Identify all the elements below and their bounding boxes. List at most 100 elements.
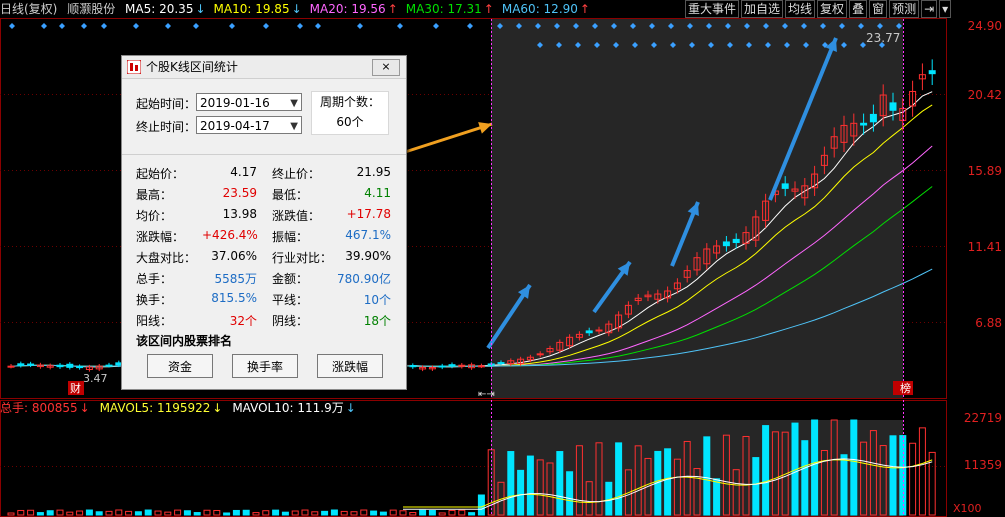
jump-end-icon[interactable]: ⇥	[921, 0, 938, 18]
candle[interactable]	[869, 113, 877, 123]
chart-header: 日线(复权) 顺灏股份 MA5: 20.35 ↓ MA10: 19.85 ↓ MA20:…	[0, 0, 680, 18]
close-button[interactable]: ⨯	[372, 59, 400, 76]
volume-bar[interactable]	[556, 451, 564, 516]
candle[interactable]	[536, 353, 544, 356]
volume-bar[interactable]	[468, 512, 476, 516]
volume-bar[interactable]	[801, 440, 809, 516]
stat-row: 涨跌幅： +426.4% 振幅： 467.1%	[122, 228, 406, 248]
candle[interactable]	[781, 183, 789, 189]
candle[interactable]	[66, 363, 74, 368]
candle[interactable]	[722, 241, 730, 247]
volume-bar[interactable]	[144, 509, 152, 516]
candle[interactable]	[448, 364, 456, 367]
stat-value: 13.98	[222, 207, 257, 221]
stat-row: 均价： 13.98 涨跌值： +17.78	[122, 207, 406, 227]
volume-bar[interactable]	[272, 509, 280, 516]
volume-bar[interactable]	[517, 469, 525, 516]
volume-bar[interactable]	[752, 457, 760, 516]
volume-bar[interactable]	[232, 509, 240, 516]
interval-stats-dialog[interactable]: 个股K线区间统计 ⨯ 起始时间： 2019-01-16 ▼ 终止时间： 2019…	[121, 55, 407, 390]
stat-label: 涨跌幅：	[136, 230, 185, 244]
menu-item[interactable]: 窗	[869, 0, 888, 18]
stat-label: 换手：	[136, 293, 173, 307]
menu-item[interactable]: 均线	[785, 0, 816, 18]
volume-bar[interactable]	[811, 419, 819, 516]
candle[interactable]	[497, 362, 505, 365]
volume-bar[interactable]	[330, 509, 338, 516]
menu-item[interactable]: 复权	[817, 0, 848, 18]
volume-bar[interactable]	[428, 510, 436, 516]
rank-button[interactable]: 资金	[147, 354, 213, 378]
volume-bar[interactable]	[281, 511, 289, 516]
candle[interactable]	[17, 363, 25, 366]
rank-button[interactable]: 涨跌幅	[317, 354, 383, 378]
menu-item[interactable]: 预测	[889, 0, 920, 18]
volume-bar[interactable]	[223, 512, 231, 516]
bang-badge[interactable]: 榜	[900, 381, 911, 395]
candle[interactable]	[477, 365, 485, 368]
candle[interactable]	[409, 365, 417, 368]
volume-bar[interactable]	[321, 510, 329, 516]
volume-bar[interactable]	[134, 511, 142, 516]
volume-bar[interactable]	[95, 511, 103, 516]
volume-bar[interactable]	[526, 455, 534, 516]
ma-legend-item: MA30: 17.31	[405, 2, 482, 16]
volume-bar[interactable]	[713, 478, 721, 516]
dialog-title: 个股K线区间统计	[146, 60, 238, 74]
candle[interactable]	[56, 364, 64, 368]
volume-bar[interactable]	[762, 425, 770, 516]
ma-direction-arrow: ↓	[291, 2, 302, 16]
candle[interactable]	[76, 366, 84, 369]
candle[interactable]	[860, 122, 868, 126]
candle[interactable]	[889, 102, 897, 111]
menu-item[interactable]: 重大事件	[685, 0, 740, 18]
volume-bar[interactable]	[566, 471, 574, 516]
chevron-down-icon[interactable]: ▾	[939, 0, 952, 18]
cai-badge[interactable]: 财	[70, 381, 81, 395]
candle[interactable]	[7, 365, 15, 368]
volume-bar[interactable]	[615, 442, 623, 516]
candle[interactable]	[732, 238, 740, 244]
menu-item[interactable]: 加自选	[741, 0, 784, 18]
candle[interactable]	[438, 365, 446, 368]
volume-bar[interactable]	[370, 510, 378, 516]
volume-bar[interactable]	[379, 511, 387, 516]
rank-button[interactable]: 换手率	[232, 354, 298, 378]
price-tick: 6.88	[975, 316, 1002, 330]
volume-bar[interactable]	[36, 512, 44, 516]
candle[interactable]	[585, 330, 593, 334]
volume-bar[interactable]	[46, 510, 54, 516]
volume-bar[interactable]	[664, 448, 672, 516]
period-label[interactable]: 日线(复权)	[0, 2, 57, 16]
dialog-titlebar[interactable]: 个股K线区间统计 ⨯	[122, 56, 406, 79]
stat-label: 最低：	[272, 188, 309, 202]
stat-label: 行业对比：	[272, 251, 333, 265]
volume-bar[interactable]	[507, 451, 515, 516]
volume-bar[interactable]	[703, 436, 711, 516]
volume-bar[interactable]	[419, 509, 427, 516]
stat-label: 终止价：	[272, 167, 321, 181]
candle[interactable]	[595, 329, 603, 332]
end-date-select[interactable]: 2019-04-17 ▼	[196, 116, 302, 134]
candle[interactable]	[27, 363, 35, 366]
candle[interactable]	[105, 364, 113, 367]
volume-tick: 22719	[963, 411, 1002, 425]
stat-value: 5585万	[214, 272, 257, 286]
volume-bar[interactable]	[850, 419, 858, 516]
volume-bar[interactable]	[193, 512, 201, 516]
dropdown-arrow-icon: ▼	[290, 121, 298, 132]
volume-bar[interactable]	[85, 509, 93, 516]
menu-item[interactable]: 叠	[849, 0, 868, 18]
volume-bar[interactable]	[477, 494, 485, 516]
period-count-label: 周期个数：	[319, 95, 380, 109]
start-date-select[interactable]: 2019-01-16 ▼	[196, 93, 302, 111]
volume-bar[interactable]	[899, 435, 907, 516]
volume-bar[interactable]	[889, 435, 897, 516]
candle[interactable]	[928, 70, 936, 75]
close-icon: ⨯	[381, 60, 391, 73]
interval-left-handle[interactable]: ⇤⇥	[478, 389, 495, 400]
volume-bar[interactable]	[242, 509, 250, 516]
volume-bar[interactable]	[183, 510, 191, 516]
ma-direction-arrow: ↓	[195, 2, 206, 16]
volume-bar[interactable]	[840, 454, 848, 516]
